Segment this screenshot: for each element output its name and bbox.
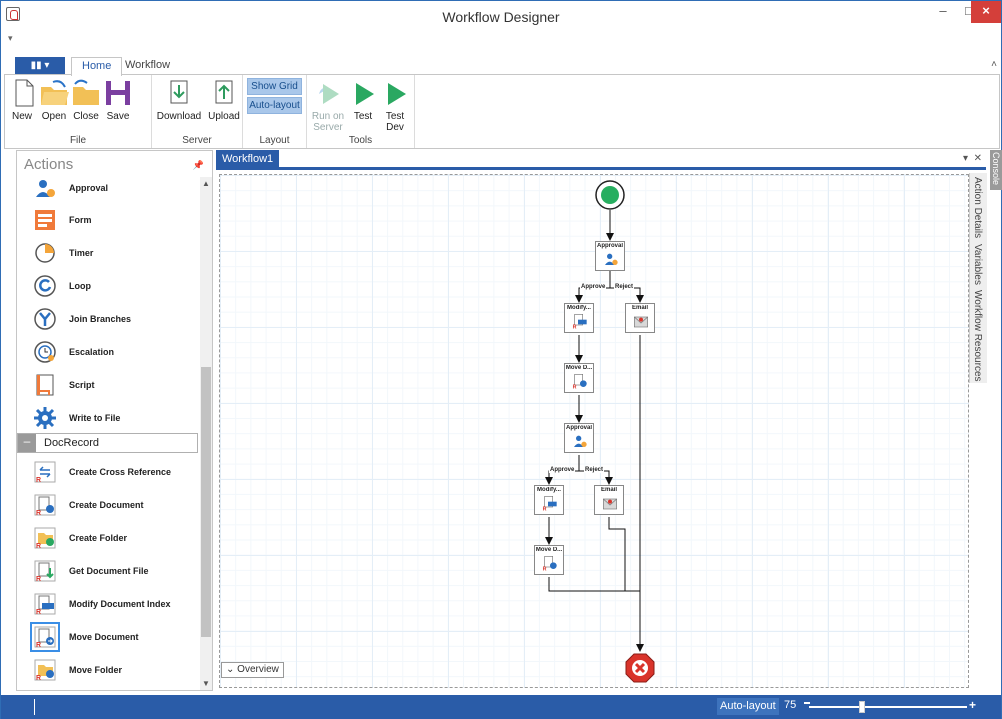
zoom-slider-handle[interactable] [859, 701, 865, 713]
overview-chevron-icon: ⌄ [226, 664, 235, 675]
svg-text:R: R [543, 506, 547, 511]
tab-workflow-resources[interactable]: Workflow Resources [972, 290, 983, 382]
zoom-level: 75 [784, 699, 797, 711]
node-label: Move D... [565, 365, 593, 371]
side-tabs: Action Details Variables Workflow Resour… [969, 173, 987, 383]
modify-index-icon: R [573, 314, 587, 329]
overview-label: Overview [237, 664, 279, 675]
move-document-icon: R [573, 374, 587, 389]
zoom-out-icon[interactable] [804, 702, 810, 704]
console-tab[interactable]: Console [990, 150, 1002, 190]
flow-connectors [545, 210, 644, 652]
reject-branch-label: Reject [584, 467, 605, 473]
node-label: Modify... [537, 487, 561, 493]
start-node[interactable] [594, 179, 626, 211]
flow-node-modify[interactable]: Modify... R [534, 485, 564, 515]
flow-node-move-document[interactable]: Move D... R [534, 545, 564, 575]
email-icon [634, 316, 648, 328]
app-window: Workflow Designer – □ × ▾ ▮▮ ▾ Home Work… [0, 0, 1002, 719]
tab-home[interactable]: Home [71, 57, 123, 76]
end-node[interactable] [625, 653, 655, 683]
console-label: Console [991, 152, 1001, 186]
flow-node-move-document[interactable]: Move D... R [564, 363, 594, 393]
approve-branch-label: Approve [580, 284, 607, 290]
tab-action-details[interactable]: Action Details [972, 177, 983, 238]
zoom-slider[interactable] [809, 706, 967, 708]
svg-text:R: R [573, 324, 577, 329]
email-icon [603, 498, 617, 510]
reject-branch-label: Reject [614, 284, 635, 290]
node-label: Email [631, 305, 648, 311]
flow-node-approval[interactable]: Approval [564, 423, 594, 453]
flow-node-email[interactable]: Email [625, 303, 655, 333]
node-label: Modify... [567, 305, 591, 311]
auto-layout-status-button[interactable]: Auto-layout [717, 698, 779, 715]
overview-button[interactable]: ⌄ Overview [221, 662, 284, 678]
svg-text:R: R [573, 384, 577, 389]
node-label: Email [600, 487, 617, 493]
flow-node-approval[interactable]: Approval [595, 241, 625, 271]
approve-branch-label: Approve [549, 467, 576, 473]
flow-node-email[interactable]: Email [594, 485, 624, 515]
node-label: Move D... [535, 547, 563, 553]
svg-text:R: R [543, 566, 547, 571]
status-bar: Auto-layout 75 + [1, 695, 1001, 719]
approval-icon [574, 435, 587, 447]
node-label: Approval [596, 243, 623, 249]
node-label: Approval [565, 425, 592, 431]
approval-icon [605, 253, 618, 265]
zoom-in-icon[interactable]: + [969, 698, 976, 712]
move-document-icon: R [543, 556, 557, 571]
flow-node-modify[interactable]: Modify... R [564, 303, 594, 333]
tab-variables[interactable]: Variables [972, 244, 983, 285]
modify-index-icon: R [543, 496, 557, 511]
status-divider [34, 699, 35, 715]
